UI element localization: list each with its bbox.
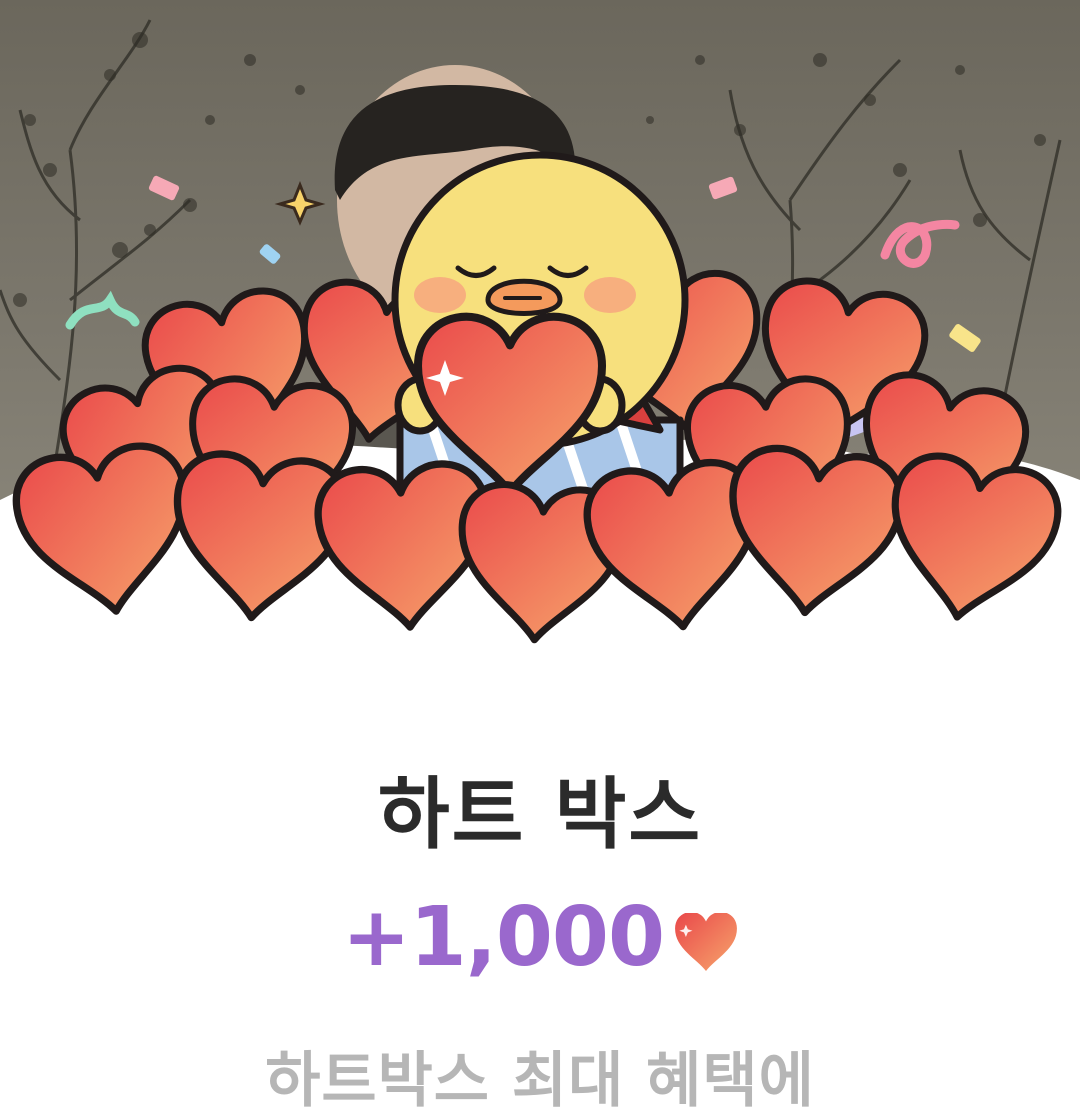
reward-title: 하트 박스: [377, 770, 703, 860]
reward-subtitle: 하트박스 최대 혜택에: [265, 1046, 815, 1116]
heart-icon: [675, 912, 737, 971]
reward-amount: +1,000: [341, 890, 665, 985]
heart-box-illustration: [0, 151, 1080, 680]
reward-amount-row: +1,000: [0, 890, 1080, 985]
reward-panel: 하트 박스 +1,000 하트박스 최대 혜택에: [0, 700, 1080, 1116]
